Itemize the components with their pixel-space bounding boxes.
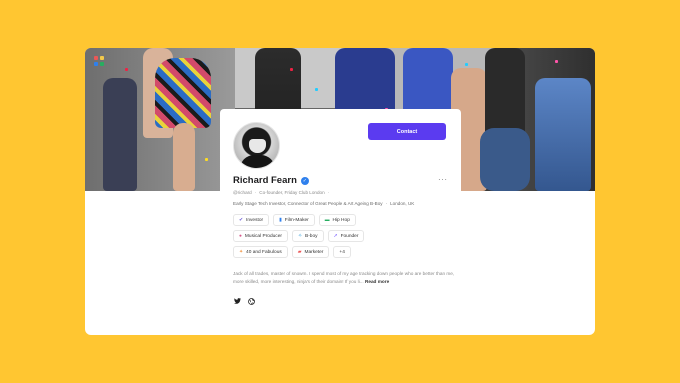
check-icon: ✔ <box>239 217 244 223</box>
tag-b-boy[interactable]: ✧ B-boy <box>291 230 324 242</box>
profile-meta: @richard · Co-founder, Friday Club London · <box>233 190 330 195</box>
tag-film-maker[interactable]: ▮ Film-Maker <box>273 214 315 226</box>
profile-headline: Early Stage Tech Investor, Connector of … <box>233 201 383 206</box>
about-text: Jack of all trades, master of snowm. I s… <box>233 270 458 286</box>
about-body: Jack of all trades, master of snowm. I s… <box>233 271 455 284</box>
social-links <box>233 297 255 305</box>
boombox-icon: ▬ <box>324 217 330 223</box>
read-more-link[interactable]: Read more <box>365 279 389 284</box>
sparkle-icon: ✦ <box>239 249 244 255</box>
globe-icon[interactable] <box>247 297 255 305</box>
app-logo-icon[interactable] <box>94 56 104 66</box>
tag-label: +4 <box>339 249 345 255</box>
avatar <box>233 122 280 169</box>
tag-label: Investor <box>246 217 264 223</box>
profile-name: Richard Fearn <box>233 175 297 186</box>
tag-label: Film-Maker <box>284 217 309 223</box>
more-options-button[interactable]: ··· <box>438 175 448 184</box>
profile-location: London, UK <box>390 201 415 206</box>
tag-marketer[interactable]: ▰ Marketer <box>291 246 330 258</box>
tag-label: B-boy <box>305 233 318 239</box>
tag-label: 40 and Fabulous <box>246 249 282 255</box>
profile-headline-row: Early Stage Tech Investor, Connector of … <box>233 201 415 206</box>
profile-card: Contact Richard Fearn ✓ ··· @richard · Co-… <box>85 48 595 335</box>
verified-badge-icon: ✓ <box>300 176 309 185</box>
profile-handle: @richard <box>233 190 252 195</box>
interest-tags: ✔ Investor ▮ Film-Maker ▬ Hip Hop ● Musical … <box>233 214 453 262</box>
tag-label: Hip Hop <box>332 217 350 223</box>
tag-investor[interactable]: ✔ Investor <box>233 214 270 226</box>
tag-label: Founder <box>340 233 359 239</box>
more-tags-button[interactable]: +4 <box>333 246 351 258</box>
contact-button[interactable]: Contact <box>368 123 446 140</box>
twitter-icon[interactable] <box>233 297 241 305</box>
profile-panel: Contact Richard Fearn ✓ ··· @richard · Co-… <box>220 109 461 289</box>
camera-icon: ▮ <box>279 217 282 223</box>
tag-hip-hop[interactable]: ▬ Hip Hop <box>318 214 356 226</box>
tag-musical-producer[interactable]: ● Musical Producer <box>233 230 288 242</box>
tag-40-and-fabulous[interactable]: ✦ 40 and Fabulous <box>233 246 288 258</box>
tag-founder[interactable]: ➚ Founder <box>327 230 365 242</box>
tag-label: Musical Producer <box>244 233 282 239</box>
dancer-icon: ✧ <box>297 233 302 239</box>
music-icon: ● <box>239 233 242 239</box>
profile-role: Co-founder, Friday Club London <box>259 190 325 195</box>
megaphone-icon: ▰ <box>297 249 302 255</box>
tag-label: Marketer <box>304 249 324 255</box>
rocket-icon: ➚ <box>333 233 338 239</box>
